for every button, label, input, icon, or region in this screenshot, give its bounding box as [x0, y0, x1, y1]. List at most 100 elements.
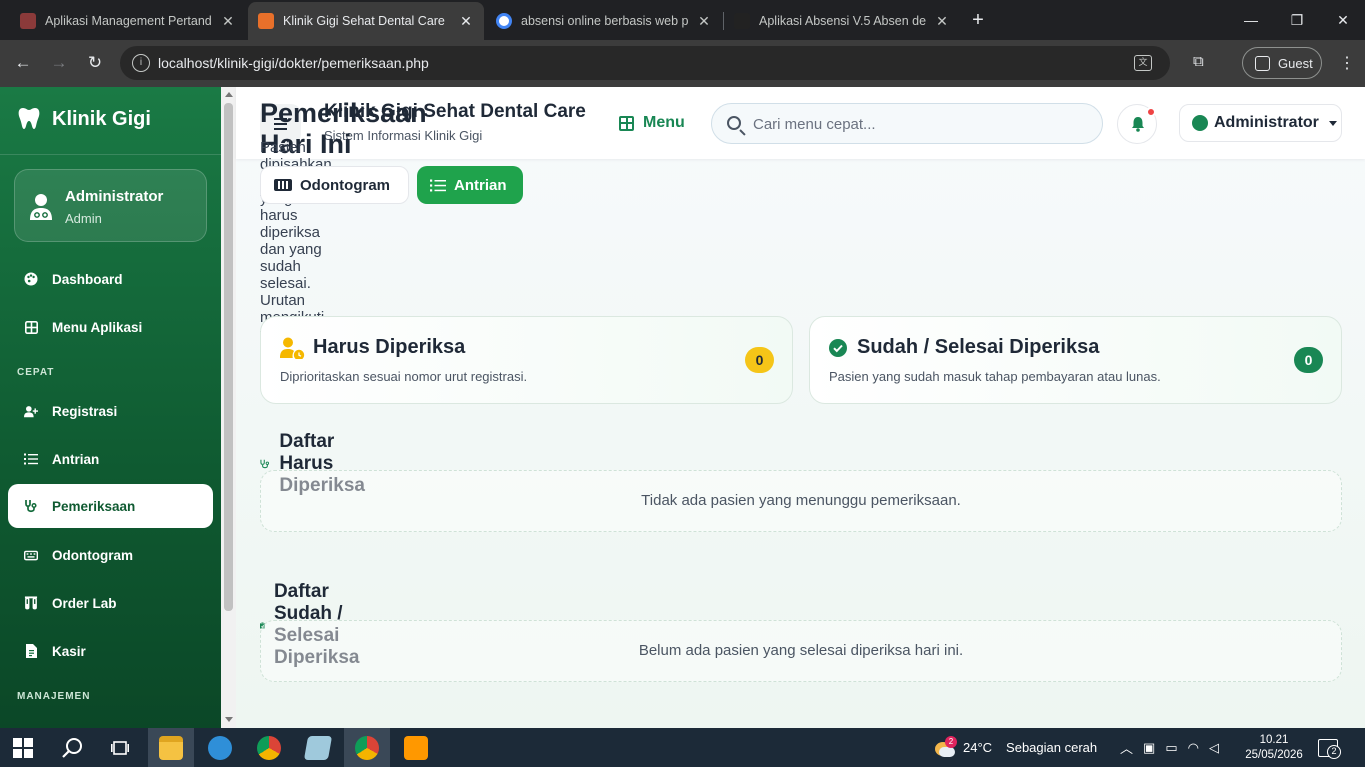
odontogram-button[interactable]: Odontogram: [260, 166, 409, 204]
bell-icon: [1132, 117, 1144, 132]
browser-tab[interactable]: absensi online berbasis web ph ✕: [486, 6, 722, 36]
user-name: Administrator: [65, 188, 164, 205]
forward-icon[interactable]: →: [46, 50, 72, 76]
tab-label: Aplikasi Absensi V.5 Absen den: [759, 14, 926, 28]
folder-icon: [159, 735, 183, 760]
translate-icon[interactable]: 文: [1134, 55, 1152, 71]
notification-button[interactable]: [1117, 104, 1157, 144]
restore-icon[interactable]: ❐: [1287, 8, 1307, 32]
card-title: Sudah / Selesai Diperiksa: [857, 336, 1100, 358]
search-icon: [727, 116, 741, 130]
taskbar-app-explorer[interactable]: [148, 728, 194, 767]
user-role: Admin: [65, 211, 102, 226]
os-taskbar: 2 24°C Sebagian cerah ︿ ▣ ▭ ◠ ◁ 10.21 25…: [0, 728, 1365, 767]
site-info-icon[interactable]: i: [132, 54, 150, 72]
taskbar-app-sublime[interactable]: [393, 728, 439, 767]
summary-card-pending: Harus Diperiksa Diprioritaskan sesuai no…: [260, 316, 793, 404]
browser-tab-active[interactable]: Klinik Gigi Sehat Dental Care ✕: [248, 2, 484, 40]
weather-temp: 24°C: [963, 740, 993, 755]
sidebar-item-odontogram[interactable]: Odontogram: [8, 533, 213, 577]
browser-tab[interactable]: Aplikasi Management Pertandin ✕: [10, 6, 246, 36]
window-close-icon[interactable]: ✕: [1333, 8, 1353, 32]
sidebar-item-label: Pemeriksaan: [52, 498, 136, 514]
brand[interactable]: Klinik Gigi: [18, 107, 151, 131]
notepad-icon: [303, 735, 333, 760]
keyboard-icon: [274, 179, 292, 191]
close-icon[interactable]: ✕: [458, 13, 474, 30]
address-bar[interactable]: i localhost/klinik-gigi/dokter/pemeriksa…: [120, 46, 1170, 80]
sidebar-item-label: Antrian: [52, 451, 100, 467]
grid-icon: [619, 115, 634, 131]
tab-favicon-icon: [20, 13, 36, 29]
sidebar: Klinik Gigi Administrator Admin Dashboar…: [0, 87, 221, 728]
chevron-up-icon[interactable]: ︿: [1120, 738, 1133, 757]
tooth-icon: [18, 108, 40, 129]
taskbar-search-button[interactable]: [49, 728, 95, 767]
browser-tab[interactable]: Aplikasi Absensi V.5 Absen den ✕: [724, 6, 960, 36]
antrian-button[interactable]: Antrian: [417, 166, 523, 204]
tab-favicon-icon: [734, 13, 750, 29]
grid-icon: [24, 320, 38, 334]
search-icon: [62, 737, 82, 758]
scroll-down-icon[interactable]: [225, 717, 233, 722]
menu-button[interactable]: Menu: [619, 114, 685, 132]
notification-center-button[interactable]: 2: [1318, 728, 1341, 767]
brand-name: Klinik Gigi: [52, 107, 151, 130]
sidebar-item-label: Menu Aplikasi: [52, 319, 143, 335]
sidebar-item-menu-aplikasi[interactable]: Menu Aplikasi: [8, 305, 213, 349]
tab-search-icon[interactable]: ⧉: [1193, 53, 1204, 70]
close-icon[interactable]: ✕: [220, 13, 236, 30]
scroll-up-icon[interactable]: [225, 92, 233, 97]
weather-badge: 2: [945, 735, 957, 748]
stethoscope-icon: [24, 499, 38, 513]
minimize-icon[interactable]: —: [1241, 8, 1261, 32]
card-description: Diprioritaskan sesuai nomor urut registr…: [280, 369, 528, 384]
clock-time: 10.21: [1259, 733, 1289, 746]
taskbar-app-notes[interactable]: [295, 728, 341, 767]
summary-card-done: Sudah / Selesai Diperiksa Pasien yang su…: [809, 316, 1342, 404]
sidebar-item-order-lab[interactable]: Order Lab: [8, 581, 213, 625]
scroll-thumb[interactable]: [224, 103, 233, 611]
user-circle-icon: [1192, 115, 1208, 131]
back-icon[interactable]: ←: [10, 50, 36, 76]
volume-icon[interactable]: ◁: [1209, 740, 1219, 756]
reload-icon[interactable]: ↻: [82, 50, 108, 76]
taskbar-app-chrome-active[interactable]: [344, 728, 390, 767]
menu-label: Menu: [643, 114, 685, 131]
account-dropdown[interactable]: Administrator: [1179, 104, 1342, 142]
tab-label: Aplikasi Management Pertandin: [45, 14, 212, 28]
start-button[interactable]: [0, 728, 46, 767]
battery-icon[interactable]: ▭: [1165, 740, 1177, 756]
sidebar-item-registrasi[interactable]: Registrasi: [8, 389, 213, 433]
profile-button[interactable]: Guest: [1242, 47, 1322, 79]
user-clock-icon: [280, 337, 305, 359]
task-view-button[interactable]: [97, 728, 143, 767]
search-placeholder: Cari menu cepat...: [753, 116, 876, 133]
tab-label: absensi online berbasis web ph: [521, 14, 688, 28]
more-menu-icon[interactable]: ⋮: [1339, 53, 1355, 73]
sidebar-scrollbar[interactable]: [221, 87, 236, 728]
close-icon[interactable]: ✕: [934, 13, 950, 30]
antrian-label: Antrian: [454, 176, 507, 194]
taskbar-app-chrome[interactable]: [246, 728, 292, 767]
usb-icon[interactable]: ▣: [1143, 740, 1155, 756]
invoice-icon: [24, 644, 38, 658]
sidebar-item-antrian[interactable]: Antrian: [8, 437, 213, 481]
globe-icon: [208, 735, 232, 760]
sidebar-item-label: Registrasi: [52, 403, 118, 419]
sidebar-item-pemeriksaan[interactable]: Pemeriksaan: [8, 484, 213, 528]
search-input[interactable]: Cari menu cepat...: [711, 103, 1103, 144]
url-text[interactable]: localhost/klinik-gigi/dokter/pemeriksaan…: [158, 55, 429, 71]
sidebar-item-kasir[interactable]: Kasir: [8, 629, 213, 673]
keyboard-icon: [24, 548, 38, 562]
close-icon[interactable]: ✕: [696, 13, 712, 30]
weather-widget[interactable]: 2 24°C Sebagian cerah: [933, 728, 1097, 767]
browser-toolbar: ← → ↻ i localhost/klinik-gigi/dokter/pem…: [0, 40, 1365, 87]
wifi-icon[interactable]: ◠: [1188, 740, 1199, 756]
sidebar-item-dashboard[interactable]: Dashboard: [8, 257, 213, 301]
clock[interactable]: 10.21 25/05/2026: [1243, 728, 1305, 767]
taskbar-app-network[interactable]: [197, 728, 243, 767]
new-tab-icon[interactable]: +: [968, 8, 988, 32]
user-card[interactable]: Administrator Admin: [14, 169, 207, 242]
profile-label: Guest: [1278, 55, 1313, 71]
